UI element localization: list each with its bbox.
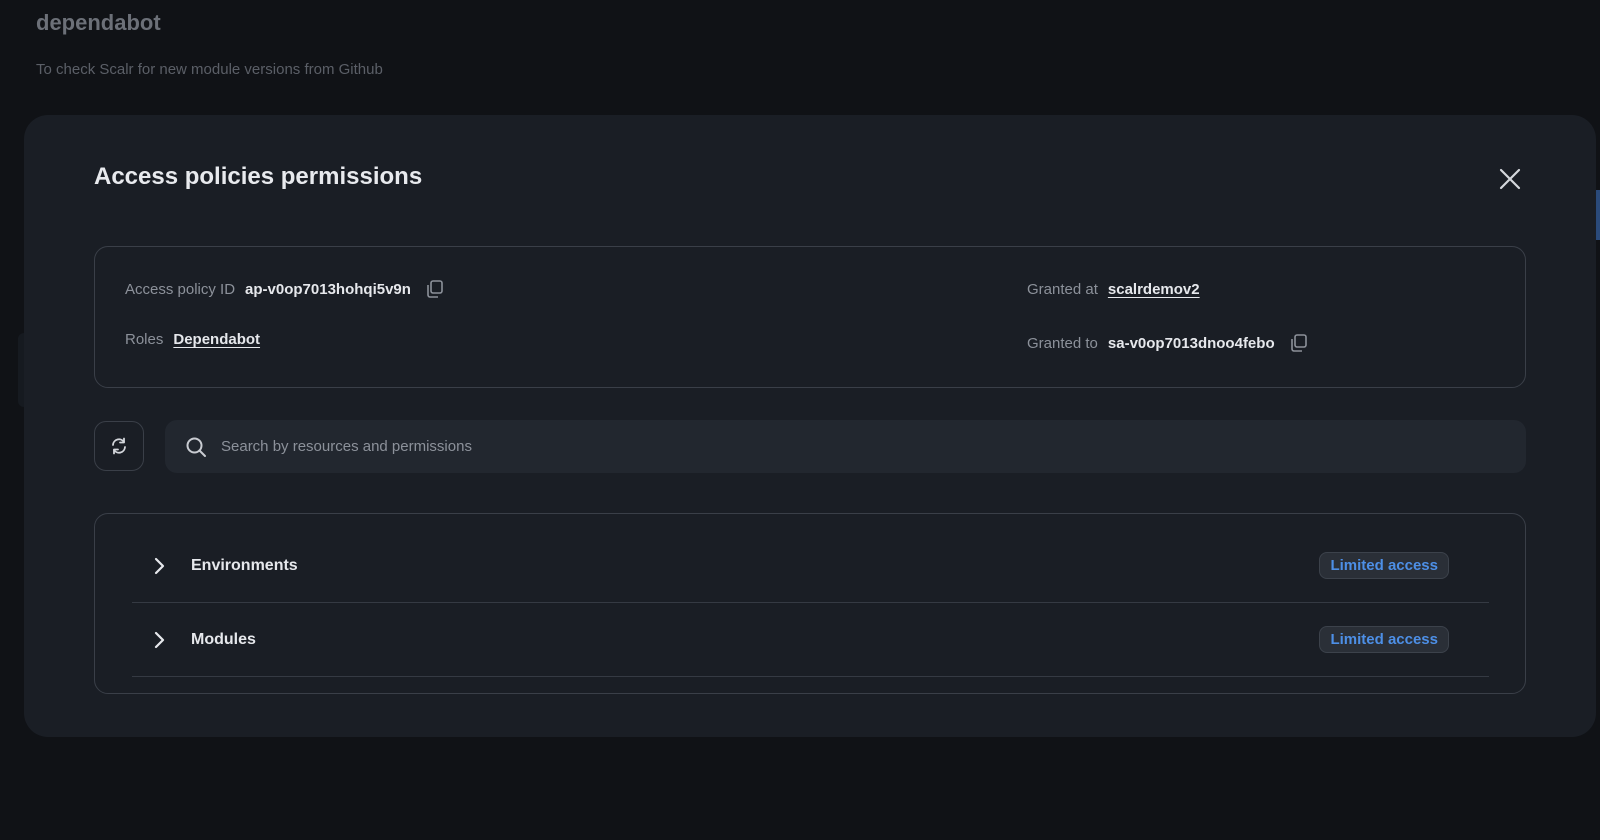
- search-icon: [186, 437, 206, 457]
- policy-id-label: Access policy ID: [125, 280, 236, 298]
- granted-to-row: Granted to sa-v0op7013dnoo4febo: [1027, 333, 1309, 353]
- roles-link[interactable]: Dependabot: [173, 331, 260, 348]
- resource-name: Modules: [191, 630, 256, 648]
- resource-row-environments[interactable]: Environments Limited access: [132, 529, 1489, 603]
- copy-icon: [1290, 334, 1307, 352]
- page-subtitle: To check Scalr for new module versions f…: [36, 61, 383, 78]
- access-badge: Limited access: [1319, 552, 1449, 579]
- page-title: dependabot: [36, 10, 161, 35]
- resources-card: Environments Limited access Modules Limi…: [94, 513, 1526, 694]
- expand-environments-button[interactable]: [149, 556, 169, 576]
- search-input[interactable]: [221, 438, 1421, 455]
- close-icon: [1499, 168, 1521, 190]
- roles-row: Roles Dependabot: [125, 331, 260, 348]
- copy-granted-to-button[interactable]: [1289, 333, 1309, 353]
- granted-to-label: Granted to: [1027, 334, 1098, 352]
- access-badge: Limited access: [1319, 626, 1449, 653]
- granted-to-value: sa-v0op7013dnoo4febo: [1107, 334, 1275, 352]
- policy-id-value: ap-v0op7013hohqi5v9n: [245, 280, 411, 298]
- granted-at-row: Granted at scalrdemov2: [1027, 281, 1200, 298]
- search-box: [165, 420, 1526, 473]
- granted-at-link[interactable]: scalrdemov2: [1108, 281, 1200, 298]
- expand-modules-button[interactable]: [149, 630, 169, 650]
- resource-row-modules[interactable]: Modules Limited access: [132, 603, 1489, 677]
- access-policies-modal: Access policies permissions Access polic…: [24, 115, 1596, 737]
- chevron-right-icon: [154, 557, 165, 574]
- modal-title: Access policies permissions: [94, 163, 423, 190]
- granted-at-label: Granted at: [1027, 281, 1098, 298]
- chevron-right-icon: [154, 631, 165, 648]
- policy-id-row: Access policy ID ap-v0op7013hohqi5v9n: [125, 279, 445, 299]
- refresh-button[interactable]: [94, 421, 144, 471]
- refresh-icon: [112, 437, 126, 455]
- resource-name: Environments: [191, 556, 298, 574]
- background-scroll-indicator: [1596, 190, 1600, 240]
- roles-label: Roles: [125, 331, 164, 348]
- policy-info-card: Access policy ID ap-v0op7013hohqi5v9n Ro…: [94, 246, 1526, 388]
- copy-icon: [427, 280, 443, 298]
- copy-policy-id-button[interactable]: [425, 279, 445, 299]
- close-button[interactable]: [1494, 163, 1526, 195]
